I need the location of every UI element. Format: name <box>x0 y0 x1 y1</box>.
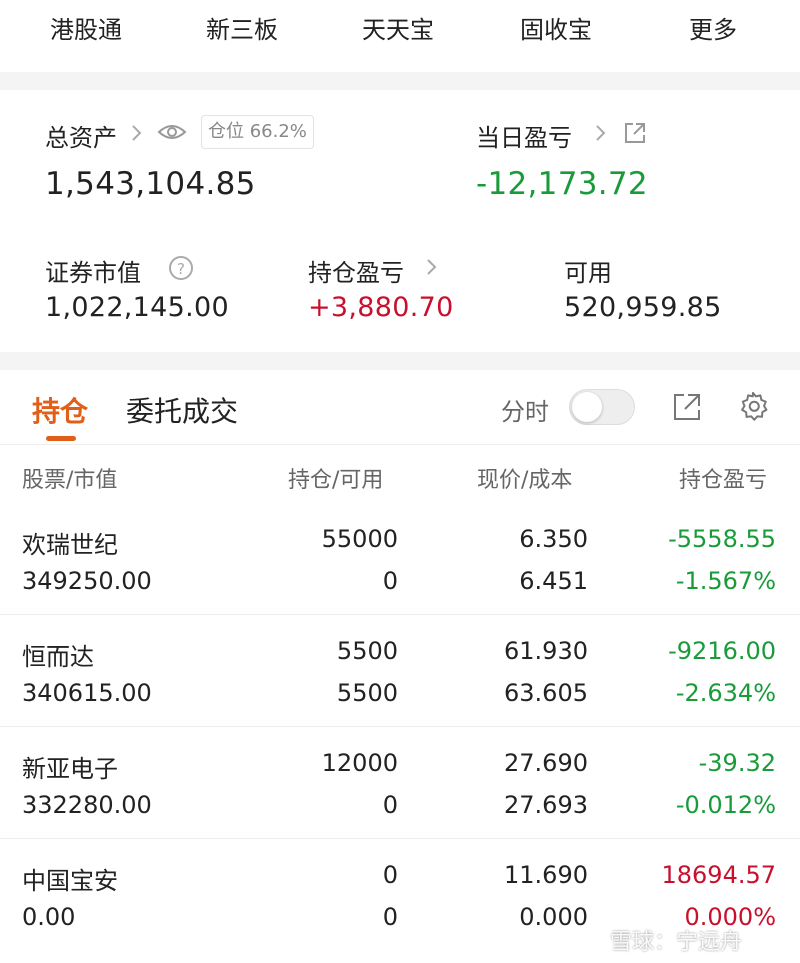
available-qty: 0 <box>382 567 398 595</box>
tab-orders[interactable]: 委托成交 <box>126 390 238 430</box>
market-value-label: 证券市值 <box>45 259 141 287</box>
stock-market-value: 349250.00 <box>22 567 152 595</box>
stock-name: 新亚电子 <box>22 755 118 783</box>
available-qty: 5500 <box>336 679 398 707</box>
available-label: 可用 <box>564 259 612 287</box>
svg-text:?: ? <box>177 260 185 278</box>
cost-price: 0.000 <box>519 903 588 931</box>
table-row[interactable]: 新亚电子 332280.00 12000 0 27.690 27.693 -39… <box>0 727 800 839</box>
position-qty: 0 <box>382 861 398 889</box>
holding-pnl: -5558.55 <box>668 525 776 553</box>
holding-pnl: 18694.57 <box>661 861 776 889</box>
asset-summary-card: 总资产 仓位 66.2% 1,543,104.85 当日盈亏 -12,173.7… <box>0 90 800 352</box>
table-row[interactable]: 恒而达 340615.00 5500 5500 61.930 63.605 -9… <box>0 615 800 727</box>
holding-pnl-label[interactable]: 持仓盈亏 <box>308 253 404 288</box>
cost-price: 6.451 <box>519 567 588 595</box>
holding-pnl: -9216.00 <box>668 637 776 665</box>
total-assets-label[interactable]: 总资产 <box>45 118 117 153</box>
stock-name: 恒而达 <box>22 643 94 671</box>
available-qty: 0 <box>382 791 398 819</box>
chevron-right-icon[interactable] <box>425 257 439 277</box>
table-row[interactable]: 欢瑞世纪 349250.00 55000 0 6.350 6.451 -5558… <box>0 503 800 615</box>
holding-pnl-pct: -0.012% <box>675 791 776 819</box>
positions-card: 持仓 委托成交 分时 股票/市值 持仓/可用 现价/成本 持仓盈亏 欢瑞世纪 3… <box>0 370 800 963</box>
stock-market-value: 340615.00 <box>22 679 152 707</box>
divider <box>0 444 800 445</box>
position-qty: 55000 <box>321 525 398 553</box>
share-icon[interactable] <box>623 121 647 145</box>
daily-pnl-label[interactable]: 当日盈亏 <box>476 118 572 153</box>
top-nav: 港股通 新三板 天天宝 固收宝 更多 <box>0 0 800 72</box>
current-price: 27.690 <box>504 749 588 777</box>
holding-pnl-pct: -1.567% <box>675 567 776 595</box>
nav-item-neeq[interactable]: 新三板 <box>206 10 278 45</box>
position-qty: 5500 <box>336 637 398 665</box>
current-price: 6.350 <box>519 525 588 553</box>
available-qty: 0 <box>382 903 398 931</box>
cost-price: 63.605 <box>504 679 588 707</box>
available-value: 520,959.85 <box>564 292 722 323</box>
stock-name: 欢瑞世纪 <box>22 531 118 559</box>
daily-pnl-value: -12,173.72 <box>476 166 648 202</box>
watermark: 雪球：宁远舟 <box>610 930 743 955</box>
nav-item-more[interactable]: 更多 <box>689 10 737 45</box>
share-icon[interactable] <box>672 392 702 422</box>
holding-pnl-pct: -2.634% <box>675 679 776 707</box>
holding-pnl-value: +3,880.70 <box>308 292 454 323</box>
fenshi-toggle[interactable] <box>569 389 635 425</box>
fenshi-label: 分时 <box>501 398 549 426</box>
toggle-knob <box>572 392 602 422</box>
help-icon[interactable]: ? <box>168 255 194 281</box>
tab-active-indicator <box>46 436 76 441</box>
current-price: 11.690 <box>504 861 588 889</box>
nav-item-hk-connect[interactable]: 港股通 <box>50 10 122 45</box>
stock-market-value: 332280.00 <box>22 791 152 819</box>
cost-price: 27.693 <box>504 791 588 819</box>
position-qty: 12000 <box>321 749 398 777</box>
col-header-pnl: 持仓盈亏 <box>679 468 768 493</box>
col-header-stock: 股票/市值 <box>22 468 118 493</box>
market-value: 1,022,145.00 <box>45 292 229 323</box>
stock-name: 中国宝安 <box>22 867 118 895</box>
position-ratio-badge: 仓位 66.2% <box>201 115 314 149</box>
chevron-right-icon[interactable] <box>594 123 608 143</box>
current-price: 61.930 <box>504 637 588 665</box>
col-header-price: 现价/成本 <box>477 468 573 493</box>
col-header-position: 持仓/可用 <box>288 468 384 493</box>
nav-item-gushoubao[interactable]: 固收宝 <box>520 10 592 45</box>
nav-item-tiantianbao[interactable]: 天天宝 <box>362 10 434 45</box>
holding-pnl: -39.32 <box>698 749 776 777</box>
gear-icon[interactable] <box>736 390 770 424</box>
total-assets-value: 1,543,104.85 <box>45 166 256 202</box>
eye-icon[interactable] <box>157 120 187 144</box>
stock-market-value: 0.00 <box>22 903 76 931</box>
chevron-right-icon[interactable] <box>130 123 144 143</box>
tab-holdings[interactable]: 持仓 <box>32 390 88 430</box>
